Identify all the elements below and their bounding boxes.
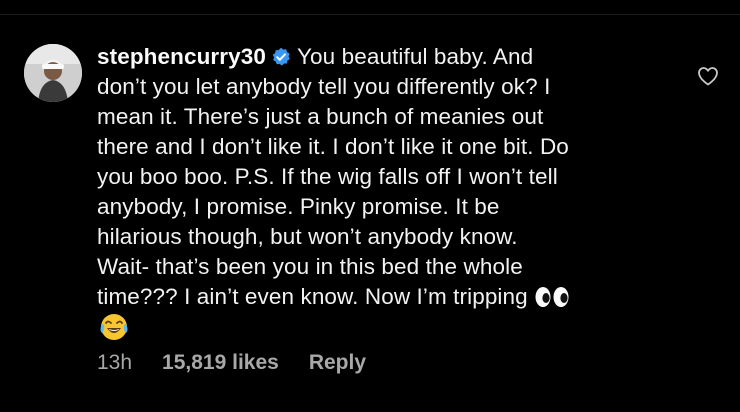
likes-count[interactable]: 15,819 likes bbox=[162, 351, 279, 375]
comment-username[interactable]: stephencurry30 bbox=[97, 44, 266, 69]
comment-line: don’t you let anybody tell you different… bbox=[97, 74, 551, 99]
reply-button[interactable]: Reply bbox=[309, 351, 366, 375]
comment-line: anybody, I promise. Pinky promise. It be bbox=[97, 194, 500, 219]
avatar-photo bbox=[24, 44, 82, 102]
comment-timestamp: 13h bbox=[97, 351, 133, 374]
comment-meta: 13h 15,819 likes Reply bbox=[97, 351, 366, 375]
comment-line: mean it. There’s just a bunch of meanies… bbox=[97, 104, 544, 129]
eyes-emoji-icon bbox=[535, 287, 569, 307]
comment-line: you boo boo. P.S. If the wig falls off I… bbox=[97, 164, 558, 189]
avatar[interactable] bbox=[24, 44, 82, 102]
divider bbox=[0, 14, 740, 15]
tears-of-joy-emoji-icon bbox=[100, 314, 128, 340]
verified-badge-icon bbox=[272, 47, 290, 66]
comment-line: You beautiful baby. And bbox=[296, 44, 534, 69]
heart-icon[interactable] bbox=[696, 64, 720, 88]
comment-line: Wait- that’s been you in this bed the wh… bbox=[97, 254, 523, 279]
comment-line: time??? I ain’t even know. Now I’m tripp… bbox=[97, 284, 528, 309]
comment-line: there and I don’t like it. I don’t like … bbox=[97, 134, 569, 159]
comment-text: stephencurry30 You beautiful baby. And d… bbox=[97, 42, 657, 346]
comment-line: hilarious though, but won’t anybody know… bbox=[97, 224, 518, 249]
